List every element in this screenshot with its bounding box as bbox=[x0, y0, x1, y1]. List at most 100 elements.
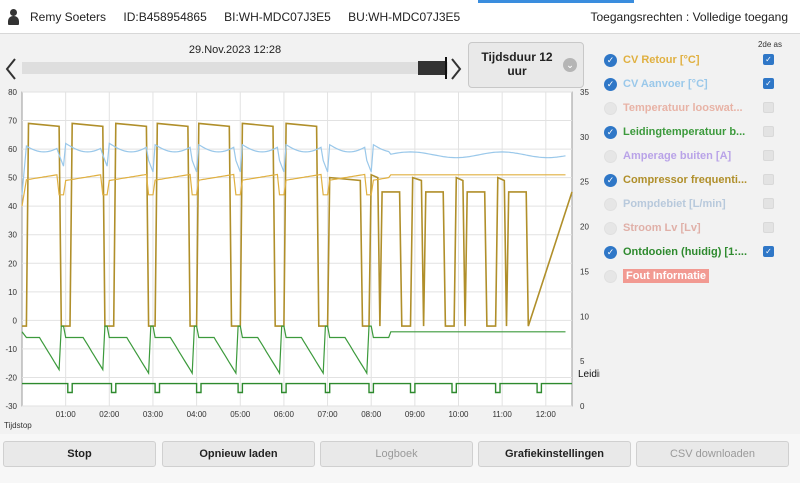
top-bar: Remy Soeters ID:B458954865 BI:WH-MDC07J3… bbox=[0, 0, 800, 34]
legend-label: CV Retour [°C] bbox=[623, 54, 700, 66]
x-tick-label: 08:00 bbox=[361, 410, 382, 419]
x-tick-label: 09:00 bbox=[405, 410, 426, 419]
bi-id: BI:WH-MDC07J3E5 bbox=[224, 9, 331, 24]
secondary-axis-checkbox[interactable] bbox=[763, 198, 774, 209]
secondary-axis-checkbox[interactable]: ✓ bbox=[763, 246, 774, 257]
legend-item[interactable]: ✓ Compressor frequenti... bbox=[604, 170, 784, 190]
chart-settings-button[interactable]: Grafiekinstellingen bbox=[478, 441, 631, 467]
x-tick-label: 06:00 bbox=[274, 410, 295, 419]
secondary-axis-checkbox[interactable] bbox=[763, 102, 774, 113]
duration-select[interactable]: Tijdsduur 12 uur ⌄ bbox=[468, 42, 584, 88]
stop-button[interactable]: Stop bbox=[3, 441, 156, 467]
y-left-tick-label: 10 bbox=[8, 288, 17, 297]
x-axis-label: Tijdstop bbox=[4, 421, 32, 430]
chart-tooltip: Leidingtemperatuur buiten [°C] : -3.00 bbox=[578, 369, 600, 380]
x-tick-label: 04:00 bbox=[187, 410, 208, 419]
legend-label: Compressor frequenti... bbox=[623, 174, 748, 186]
legend-item[interactable]: ✓ CV Retour [°C] bbox=[604, 50, 784, 70]
chart[interactable]: 80 70 60 50 40 30 20 10 0 -10 -20 -30 35 30 25 20 15 10 5 0… bbox=[0, 88, 745, 434]
legend-label: Pompdebiet [L/min] bbox=[623, 198, 726, 210]
legend-item[interactable]: ✓ Leidingtemperatuur b... bbox=[604, 122, 784, 142]
legend-panel: 2de as ✓ CV Retour [°C] ✓ ✓ CV Aanvoer [°C] ✓… bbox=[600, 34, 800, 434]
access-rights: Toegangsrechten : Volledige toegang bbox=[590, 10, 789, 24]
y-left-tick-label: 70 bbox=[8, 117, 17, 126]
x-tick-label: 12:00 bbox=[536, 410, 557, 419]
y-left-tick-label: 0 bbox=[13, 316, 18, 325]
y-left-tick-label: 60 bbox=[8, 145, 17, 154]
checkmark-icon[interactable]: ✓ bbox=[604, 125, 617, 139]
active-tab-indicator bbox=[478, 0, 634, 3]
legend-label: Leidingtemperatuur b... bbox=[623, 126, 746, 138]
x-tick-label: 01:00 bbox=[56, 410, 77, 419]
y-right-tick-label: 10 bbox=[580, 312, 589, 321]
user-info: Remy Soeters ID:B458954865 BI:WH-MDC07J3… bbox=[30, 10, 474, 24]
time-slider-track[interactable] bbox=[22, 62, 448, 74]
y-right-tick-label: 35 bbox=[580, 88, 589, 97]
x-tick-label: 11:00 bbox=[492, 410, 512, 419]
legend-item[interactable]: Amperage buiten [A] bbox=[604, 146, 784, 166]
legend-label: Ontdooien (huidig) [1:... bbox=[623, 246, 748, 258]
y-right-tick-label: 5 bbox=[580, 357, 585, 366]
y-right-tick-label: 30 bbox=[580, 133, 589, 142]
y-left-tick-label: -10 bbox=[5, 345, 17, 354]
y-left-tick-label: -20 bbox=[5, 373, 17, 382]
radio-empty-icon[interactable] bbox=[604, 221, 617, 235]
y-left-tick-label: 30 bbox=[8, 231, 17, 240]
y-right-tick-label: 25 bbox=[580, 178, 589, 187]
radio-empty-icon[interactable] bbox=[604, 149, 617, 163]
radio-empty-icon[interactable] bbox=[604, 197, 617, 211]
y-left-tick-label: 20 bbox=[8, 259, 17, 268]
y-left-tick-label: 50 bbox=[8, 174, 17, 183]
chevron-left-icon[interactable] bbox=[4, 56, 18, 82]
chevron-down-icon: ⌄ bbox=[563, 58, 577, 72]
x-tick-label: 03:00 bbox=[143, 410, 164, 419]
legend-item[interactable]: Stroom Lv [Lv] bbox=[604, 218, 784, 238]
radio-empty-icon[interactable] bbox=[604, 269, 617, 283]
checkmark-icon[interactable]: ✓ bbox=[604, 77, 617, 91]
time-slider-thumb[interactable] bbox=[418, 61, 447, 75]
legend-label: Stroom Lv [Lv] bbox=[623, 222, 701, 234]
bu-id: BU:WH-MDC07J3E5 bbox=[348, 9, 461, 24]
secondary-axis-checkbox[interactable]: ✓ bbox=[763, 78, 774, 89]
x-tick-label: 10:00 bbox=[448, 410, 469, 419]
reload-button[interactable]: Opnieuw laden bbox=[162, 441, 315, 467]
current-datetime: 29.Nov.2023 12:28 bbox=[188, 44, 282, 56]
button-bar: Stop Opnieuw laden Logboek Grafiekinstel… bbox=[0, 434, 800, 483]
checkmark-icon[interactable]: ✓ bbox=[604, 53, 617, 67]
csv-download-button[interactable]: CSV downloaden bbox=[636, 441, 789, 467]
main-content: 29.Nov.2023 12:28 Tijdsduur 12 uur ⌄ 80 7… bbox=[0, 34, 800, 434]
legend-label: Fout Informatie bbox=[623, 269, 710, 283]
y-right-tick-label: 15 bbox=[580, 267, 589, 276]
x-tick-label: 07:00 bbox=[318, 410, 339, 419]
y-left-tick-label: -30 bbox=[5, 402, 17, 411]
y-right-tick-label: 20 bbox=[580, 223, 589, 232]
radio-empty-icon[interactable] bbox=[604, 101, 617, 115]
duration-label: Tijdsduur 12 uur bbox=[481, 50, 553, 78]
legend-item[interactable]: Fout Informatie bbox=[604, 266, 784, 286]
secondary-axis-checkbox[interactable]: ✓ bbox=[763, 54, 774, 65]
legend-item[interactable]: Temperatuur looswat... bbox=[604, 98, 784, 118]
secondary-axis-checkbox[interactable] bbox=[763, 126, 774, 137]
legend-label: Temperatuur looswat... bbox=[623, 102, 743, 114]
legend-item[interactable]: ✓ Ontdooien (huidig) [1:... bbox=[604, 242, 784, 262]
x-tick-label: 05:00 bbox=[230, 410, 251, 419]
y-left-tick-label: 40 bbox=[8, 202, 17, 211]
log-button[interactable]: Logboek bbox=[320, 441, 473, 467]
x-tick-label: 02:00 bbox=[99, 410, 120, 419]
secondary-axis-header: 2de as bbox=[757, 40, 782, 49]
secondary-axis-checkbox[interactable] bbox=[763, 150, 774, 161]
user-icon bbox=[8, 8, 19, 25]
legend-item[interactable]: ✓ CV Aanvoer [°C] bbox=[604, 74, 784, 94]
chevron-right-icon[interactable] bbox=[449, 56, 463, 82]
device-id: ID:B458954865 bbox=[123, 9, 207, 24]
y-right-tick-label: 0 bbox=[580, 402, 585, 411]
checkmark-icon[interactable]: ✓ bbox=[604, 173, 617, 187]
legend-item[interactable]: Pompdebiet [L/min] bbox=[604, 194, 784, 214]
secondary-axis-checkbox[interactable] bbox=[763, 222, 774, 233]
secondary-axis-checkbox[interactable] bbox=[763, 174, 774, 185]
chart-svg: 80706050403020100-10-20-3035302520151050… bbox=[4, 88, 745, 430]
user-name: Remy Soeters bbox=[30, 9, 107, 24]
checkmark-icon[interactable]: ✓ bbox=[604, 245, 617, 259]
time-slider-marker bbox=[445, 57, 447, 79]
legend-label: CV Aanvoer [°C] bbox=[623, 78, 708, 90]
